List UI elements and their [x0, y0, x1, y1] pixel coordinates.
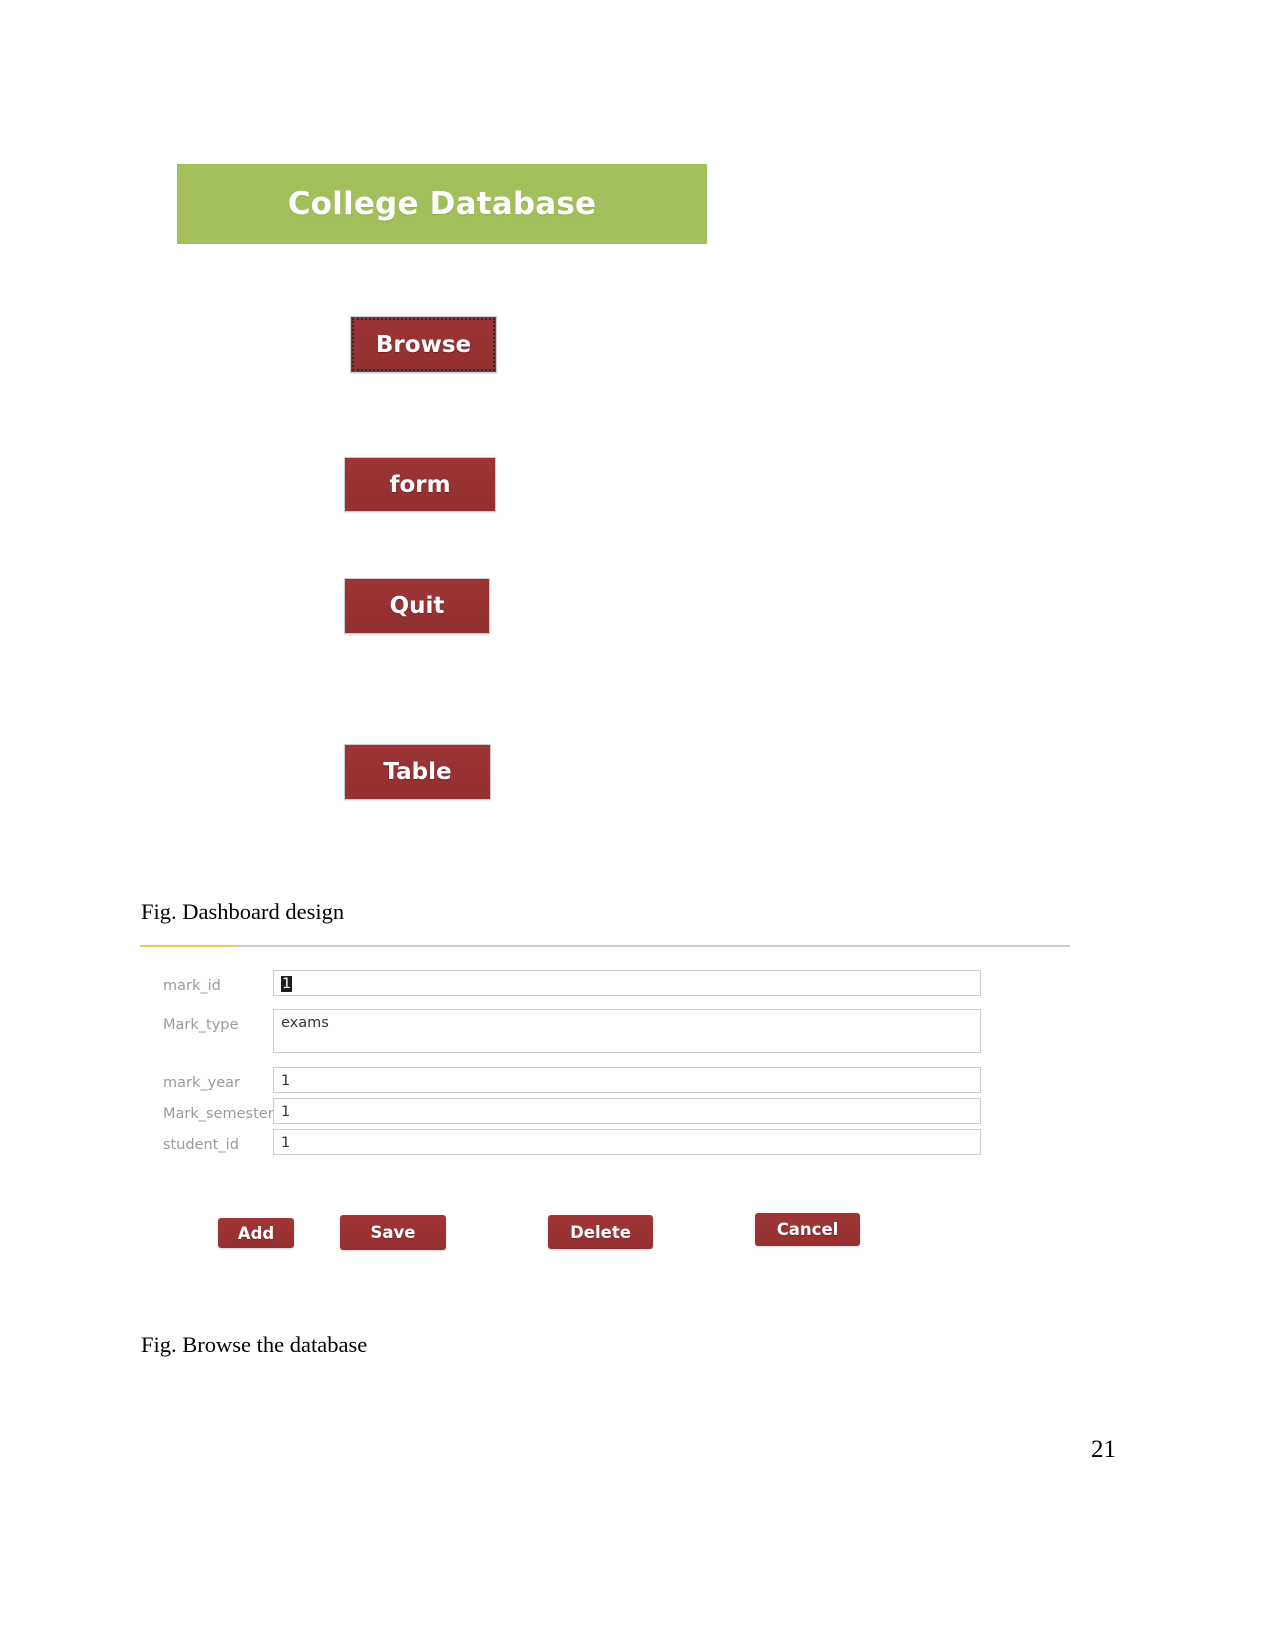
form-divider [140, 945, 1070, 947]
label-mark-year: mark_year [163, 1075, 240, 1091]
form-action-bar: Add Save Delete Cancel [140, 1195, 1070, 1250]
browse-form-figure: mark_id 1 Mark_type exams mark_year 1 Ma… [140, 940, 1072, 1270]
cancel-button[interactable]: Cancel [755, 1213, 860, 1246]
label-student-id: student_id [163, 1137, 239, 1153]
table-button[interactable]: Table [344, 744, 491, 800]
input-mark-semesters[interactable]: 1 [273, 1098, 981, 1124]
label-mark-type: Mark_type [163, 1017, 239, 1033]
form-divider-accent [140, 945, 235, 947]
input-mark-id[interactable]: 1 [273, 970, 981, 996]
delete-button[interactable]: Delete [548, 1215, 653, 1249]
browse-button[interactable]: Browse [350, 316, 497, 373]
quit-button[interactable]: Quit [344, 578, 490, 634]
form-row-student-id: student_id 1 [140, 1129, 1070, 1155]
input-student-id[interactable]: 1 [273, 1129, 981, 1155]
label-mark-id: mark_id [163, 978, 221, 994]
form-row-mark-type: Mark_type exams [140, 1009, 1070, 1053]
caption-browse-the-database: Fig. Browse the database [141, 1332, 368, 1357]
input-mark-year[interactable]: 1 [273, 1067, 981, 1093]
label-mark-semesters: Mark_semesters [163, 1106, 282, 1122]
form-row-mark-semesters: Mark_semesters 1 [140, 1098, 1070, 1124]
form-button[interactable]: form [344, 457, 496, 512]
save-button[interactable]: Save [340, 1215, 446, 1250]
dashboard-figure: College Database Browse form Quit Table [0, 0, 1275, 880]
caption-dashboard-design: Fig. Dashboard design [141, 899, 345, 924]
app-header-bar: College Database [177, 164, 707, 244]
input-mark-id-value: 1 [281, 976, 293, 992]
form-row-mark-id: mark_id 1 [140, 970, 1070, 996]
page-number: 21 [1091, 1436, 1116, 1463]
add-button[interactable]: Add [218, 1218, 294, 1248]
form-row-mark-year: mark_year 1 [140, 1067, 1070, 1093]
input-mark-type[interactable]: exams [273, 1009, 981, 1053]
page-title: College Database [287, 186, 597, 222]
form-field-list: mark_id 1 Mark_type exams mark_year 1 Ma… [140, 970, 1070, 1167]
